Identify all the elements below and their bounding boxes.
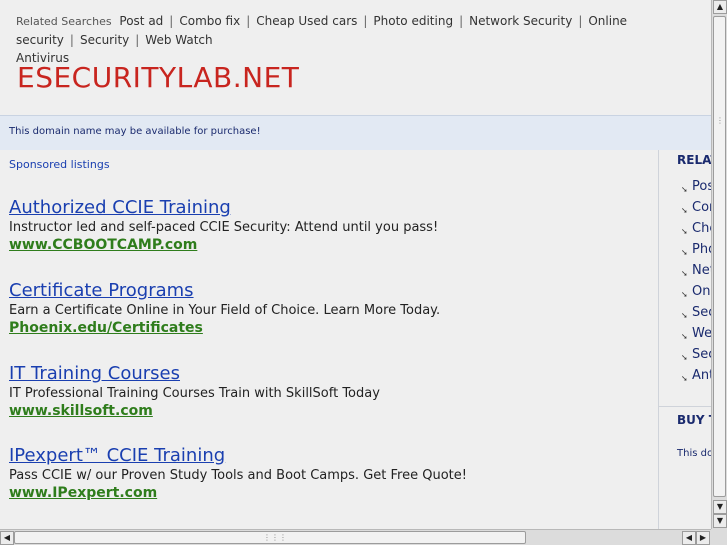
ad-title[interactable]: Authorized CCIE Training bbox=[9, 198, 649, 218]
scroll-down-button[interactable]: ▼ bbox=[713, 500, 727, 514]
related-link-network-security[interactable]: Network Security bbox=[469, 14, 572, 28]
related-link-web-watch[interactable]: Web Watch bbox=[145, 33, 212, 47]
ad-listing: Authorized CCIE Training Instructor led … bbox=[9, 198, 649, 254]
arrow-icon: ➘ bbox=[681, 311, 688, 320]
sidebar-item[interactable]: ➘ Security bbox=[681, 346, 711, 367]
sidebar-heading: RELATED bbox=[677, 153, 711, 167]
ad-url[interactable]: www.skillsoft.com bbox=[9, 402, 649, 420]
ad-listing: IT Training Courses IT Professional Trai… bbox=[9, 364, 649, 420]
related-link-cheap-used-cars[interactable]: Cheap Used cars bbox=[256, 14, 357, 28]
grip-icon: ⋮⋮⋮ bbox=[263, 533, 287, 542]
separator: | bbox=[246, 14, 251, 28]
related-link-post-ad[interactable]: Post ad bbox=[119, 14, 163, 28]
ad-listing: IPexpert™ CCIE Training Pass CCIE w/ our… bbox=[9, 446, 649, 502]
related-sidebar: RELATED ➘ Post ad ➘ Combo fix ➘ Cheap Used … bbox=[658, 150, 711, 529]
arrow-icon: ➘ bbox=[681, 374, 688, 383]
scroll-down-button[interactable]: ▼ bbox=[713, 514, 727, 528]
sidebar-divider bbox=[659, 406, 711, 407]
vertical-scroll-thumb[interactable]: ⋮⋮ bbox=[713, 16, 727, 497]
sidebar-item[interactable]: ➘ Antivirus bbox=[681, 367, 711, 388]
ad-url[interactable]: Phoenix.edu/Certificates bbox=[9, 319, 649, 337]
horizontal-scrollbar[interactable]: ◀ ⋮⋮⋮ ◀ ▶ bbox=[0, 529, 711, 545]
sidebar-item[interactable]: ➘ Combo fix bbox=[681, 199, 711, 220]
arrow-icon: ➘ bbox=[681, 269, 688, 278]
arrow-icon: ➘ bbox=[681, 248, 688, 257]
site-title: ESECURITYLAB.NET bbox=[17, 61, 300, 94]
page-viewport: Related Searches Post ad | Combo fix | Cheap… bbox=[0, 0, 711, 529]
related-link-photo-editing[interactable]: Photo editing bbox=[373, 14, 453, 28]
sidebar-item-label[interactable]: Web Watch bbox=[692, 326, 711, 341]
sidebar-item-label[interactable]: Post ad bbox=[692, 179, 711, 194]
scroll-right-button[interactable]: ▶ bbox=[696, 531, 710, 545]
scrollbar-corner bbox=[711, 529, 727, 545]
separator: | bbox=[169, 14, 174, 28]
grip-icon: ⋮⋮ bbox=[716, 116, 727, 125]
arrow-icon: ➘ bbox=[681, 290, 688, 299]
buy-domain-heading: BUY THIS bbox=[677, 413, 711, 427]
sidebar-item[interactable]: ➘ Photo editing bbox=[681, 241, 711, 262]
ad-listing: Certificate Programs Earn a Certificate … bbox=[9, 281, 649, 337]
sponsored-label: Sponsored listings bbox=[9, 158, 110, 171]
separator: | bbox=[69, 33, 74, 47]
scroll-left-button[interactable]: ◀ bbox=[682, 531, 696, 545]
sidebar-item-label[interactable]: Security bbox=[692, 347, 711, 362]
separator: | bbox=[578, 14, 583, 28]
sidebar-item[interactable]: ➘ Cheap Used cars bbox=[681, 220, 711, 241]
sidebar-item[interactable]: ➘ Web Watch bbox=[681, 325, 711, 346]
related-searches-label: Related Searches bbox=[16, 15, 112, 28]
related-link-combo-fix[interactable]: Combo fix bbox=[179, 14, 240, 28]
sidebar-item-label[interactable]: Photo editing bbox=[692, 242, 711, 257]
related-searches-line: Related Searches Post ad | Combo fix | Cheap… bbox=[16, 12, 711, 67]
sidebar-item-label[interactable]: Combo fix bbox=[692, 200, 711, 215]
arrow-icon: ➘ bbox=[681, 227, 688, 236]
ad-url[interactable]: www.IPexpert.com bbox=[9, 484, 649, 502]
ad-description: Earn a Certificate Online in Your Field … bbox=[9, 303, 441, 318]
vertical-scrollbar[interactable]: ▲ ⋮⋮ ▼ ▼ bbox=[711, 0, 727, 529]
horizontal-scroll-thumb[interactable]: ⋮⋮⋮ bbox=[14, 531, 526, 544]
sidebar-list: ➘ Post ad ➘ Combo fix ➘ Cheap Used cars ➘ Ph… bbox=[681, 178, 711, 388]
sponsored-listings: Sponsored listings Authorized CCIE Train… bbox=[0, 150, 658, 529]
sidebar-item[interactable]: ➘ Security bbox=[681, 304, 711, 325]
buy-domain-text: This domain bbox=[677, 448, 711, 459]
related-link-security[interactable]: Security bbox=[80, 33, 129, 47]
sidebar-item-label[interactable]: Security bbox=[692, 305, 711, 320]
scroll-left-button[interactable]: ◀ bbox=[0, 531, 14, 545]
arrow-icon: ➘ bbox=[681, 185, 688, 194]
sidebar-item[interactable]: ➘ Post ad bbox=[681, 178, 711, 199]
ad-description: Instructor led and self-paced CCIE Secur… bbox=[9, 220, 439, 235]
separator: | bbox=[135, 33, 140, 47]
ad-title[interactable]: IT Training Courses bbox=[9, 364, 649, 384]
arrow-icon: ➘ bbox=[681, 332, 688, 341]
separator: | bbox=[363, 14, 368, 28]
ad-title[interactable]: Certificate Programs bbox=[9, 281, 649, 301]
sidebar-item-label[interactable]: Antivirus bbox=[692, 368, 711, 383]
arrow-icon: ➘ bbox=[681, 206, 688, 215]
sidebar-item[interactable]: ➘ Network Security bbox=[681, 262, 711, 283]
sidebar-item-label[interactable]: Network Security bbox=[692, 263, 711, 278]
sidebar-item-label[interactable]: Online security bbox=[692, 284, 711, 299]
ad-title[interactable]: IPexpert™ CCIE Training bbox=[9, 446, 649, 466]
scroll-up-button[interactable]: ▲ bbox=[713, 0, 727, 14]
related-searches-bar: Related Searches Post ad | Combo fix | Cheap… bbox=[0, 0, 711, 115]
ad-url[interactable]: www.CCBOOTCAMP.com bbox=[9, 236, 649, 254]
separator: | bbox=[459, 14, 464, 28]
domain-notice-bar: This domain name may be available for pu… bbox=[0, 115, 711, 151]
ad-description: Pass CCIE w/ our Proven Study Tools and … bbox=[9, 468, 467, 483]
ad-description: IT Professional Training Courses Train w… bbox=[9, 386, 380, 401]
sidebar-item-label[interactable]: Cheap Used cars bbox=[692, 221, 711, 236]
domain-notice-text[interactable]: This domain name may be available for pu… bbox=[9, 126, 261, 137]
arrow-icon: ➘ bbox=[681, 353, 688, 362]
sidebar-item[interactable]: ➘ Online security bbox=[681, 283, 711, 304]
